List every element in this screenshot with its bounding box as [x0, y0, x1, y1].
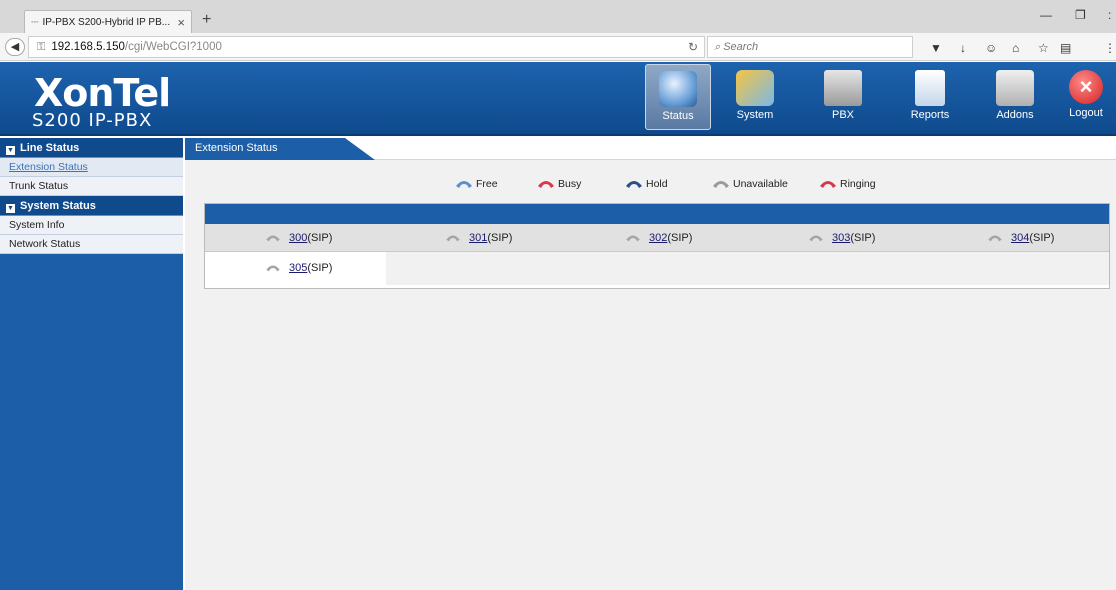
- table-row: 300 (SIP) 301 (SIP) 302 (SIP) 303 (SIP) 304(…: [205, 224, 1109, 252]
- phone-ringing-icon: [820, 181, 836, 188]
- close-window-icon[interactable]: :: [1108, 8, 1111, 22]
- extension-link[interactable]: 301: [469, 224, 487, 252]
- favicon-icon: ◦◦◦: [31, 18, 39, 26]
- phone-unavailable-icon: [988, 235, 1002, 242]
- nav-reports[interactable]: Reports: [897, 64, 963, 130]
- logout-icon: ×: [1069, 70, 1103, 104]
- phone-free-icon: [456, 181, 472, 188]
- nav-system[interactable]: System: [722, 64, 788, 130]
- main-content: Extension Status Free Busy Hold Unavaila…: [185, 138, 1116, 590]
- nav-pbx-label: PBX: [831, 109, 854, 121]
- extension-link[interactable]: 300: [289, 224, 307, 252]
- menu-icon[interactable]: ⋮: [1104, 41, 1116, 55]
- phone-busy-icon: [538, 181, 554, 188]
- phone-unavailable-icon: [809, 235, 823, 242]
- reload-icon[interactable]: ↻: [688, 40, 698, 54]
- extension-cell[interactable]: 300 (SIP): [265, 224, 332, 252]
- bookmark-star-icon[interactable]: ☆: [1038, 41, 1049, 55]
- phone-hold-icon: [626, 181, 642, 188]
- phone-unavailable-icon: [446, 235, 460, 242]
- sidebar-item-extension-status[interactable]: Extension Status: [0, 158, 183, 177]
- url-path: /cgi/WebCGI?1000: [124, 41, 222, 53]
- sidebar: ▼ Line Status Extension Status Trunk Stat…: [0, 138, 183, 590]
- legend-ringing: Ringing: [819, 178, 876, 190]
- url-bar[interactable]: ⚿ 192.168.5.150/cgi/WebCGI?1000 ↻: [28, 36, 705, 58]
- home-icon[interactable]: ⌂: [1012, 41, 1019, 55]
- logo-subtitle: S200 IP-PBX: [32, 110, 153, 131]
- addons-icon: [996, 70, 1034, 106]
- extension-cell[interactable]: 305 (SIP): [265, 254, 332, 282]
- legend-free: Free: [455, 178, 498, 190]
- sidebar-section-line-status[interactable]: ▼ Line Status: [0, 138, 183, 158]
- logo: XonTel: [34, 71, 171, 115]
- pocket-icon[interactable]: ▼: [930, 41, 942, 55]
- minimize-icon[interactable]: —: [1040, 8, 1052, 22]
- download-icon[interactable]: ↓: [960, 41, 966, 55]
- sidebar-item-network-status[interactable]: Network Status: [0, 235, 183, 254]
- system-icon: [736, 70, 774, 106]
- app-header: XonTel S200 IP-PBX Status System PBX Rep…: [0, 62, 1116, 136]
- extension-cell[interactable]: 303 (SIP): [808, 224, 875, 252]
- new-tab-button[interactable]: +: [202, 11, 211, 29]
- browser-tab[interactable]: ◦◦◦ IP-PBX S200-Hybrid IP PB... ×: [24, 10, 192, 33]
- reports-icon: [915, 70, 945, 106]
- sidebar-item-system-info[interactable]: System Info: [0, 216, 183, 235]
- extension-cell[interactable]: 302 (SIP): [625, 224, 692, 252]
- extension-link[interactable]: 303: [832, 224, 850, 252]
- sidebar-section-system-status[interactable]: ▼ System Status: [0, 196, 183, 216]
- extension-link[interactable]: 305: [289, 254, 307, 282]
- browser-nav-bar: ◀ ⚿ 192.168.5.150/cgi/WebCGI?1000 ↻ ⌕ Se…: [0, 33, 1116, 61]
- browser-search-box[interactable]: ⌕ Search: [707, 36, 913, 58]
- status-legend: Free Busy Hold Unavailable Ringing: [185, 178, 1116, 198]
- extension-link[interactable]: 304: [1011, 224, 1029, 252]
- extension-grid: 300 (SIP) 301 (SIP) 302 (SIP) 303 (SIP) 304(…: [204, 203, 1110, 289]
- phone-unavailable-icon: [713, 181, 729, 188]
- nav-addons[interactable]: Addons: [982, 64, 1048, 130]
- nav-system-label: System: [736, 109, 774, 121]
- legend-busy: Busy: [537, 178, 581, 190]
- sidebar-item-trunk-status[interactable]: Trunk Status: [0, 177, 183, 196]
- phone-unavailable-icon: [266, 265, 280, 272]
- extension-link[interactable]: 302: [649, 224, 667, 252]
- collapse-icon: ▼: [6, 146, 15, 155]
- grid-header-bar: [205, 204, 1109, 224]
- status-icon: [659, 71, 697, 107]
- phone-unavailable-icon: [266, 235, 280, 242]
- table-row: 305 (SIP): [205, 252, 1109, 285]
- browser-tab-bar: ◦◦◦ IP-PBX S200-Hybrid IP PB... × + — ❐ …: [0, 0, 1116, 33]
- browser-tab-title: IP-PBX S200-Hybrid IP PB...: [42, 16, 171, 28]
- legend-unavailable: Unavailable: [712, 178, 788, 190]
- nav-pbx[interactable]: PBX: [810, 64, 876, 130]
- site-info-icon[interactable]: ⚿: [37, 41, 45, 54]
- url-host: 192.168.5.150: [51, 41, 125, 53]
- chat-icon[interactable]: ☺: [985, 41, 997, 55]
- collapse-icon: ▼: [6, 204, 15, 213]
- extension-cell[interactable]: 304 (SIP): [987, 224, 1054, 252]
- content-tab-strip: Extension Status: [185, 138, 1116, 160]
- nav-addons-label: Addons: [996, 109, 1034, 121]
- extension-cell[interactable]: 301 (SIP): [445, 224, 512, 252]
- nav-status-label: Status: [662, 110, 694, 122]
- tab-extension-status[interactable]: Extension Status: [185, 138, 375, 160]
- search-placeholder: Search: [723, 41, 759, 53]
- close-tab-icon[interactable]: ×: [177, 15, 185, 30]
- nav-logout[interactable]: × Logout: [1056, 64, 1116, 130]
- back-arrow-icon[interactable]: ◀: [5, 38, 25, 56]
- pbx-icon: [824, 70, 862, 106]
- nav-logout-label: Logout: [1069, 107, 1103, 119]
- tab-extension-status-label: Extension Status: [195, 142, 278, 154]
- legend-hold: Hold: [625, 178, 668, 190]
- library-icon[interactable]: ▤: [1060, 41, 1071, 55]
- phone-unavailable-icon: [626, 235, 640, 242]
- maximize-icon[interactable]: ❐: [1075, 8, 1086, 22]
- nav-status[interactable]: Status: [645, 64, 711, 130]
- nav-reports-label: Reports: [910, 109, 950, 121]
